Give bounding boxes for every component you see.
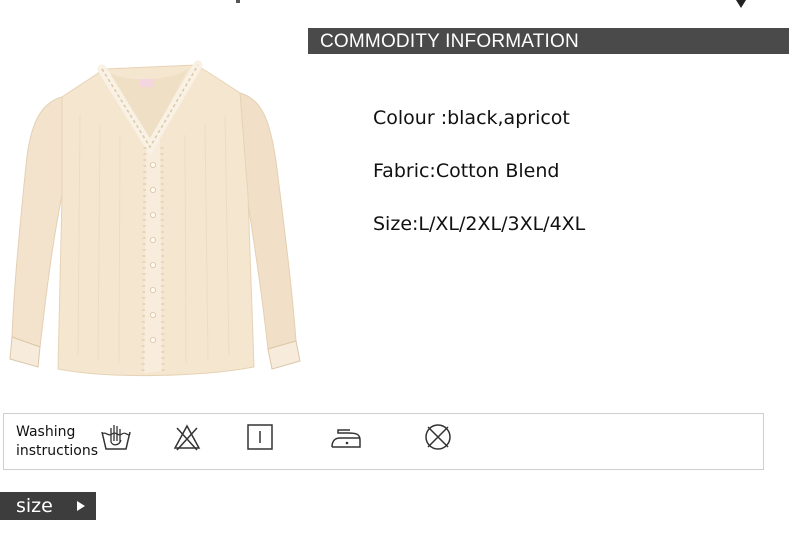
spec-fabric: Fabric:Cotton Blend xyxy=(373,160,560,182)
product-image xyxy=(9,60,301,377)
size-tag-label: size xyxy=(16,495,53,517)
do-not-bleach-icon xyxy=(173,424,201,451)
size-section-tag: size xyxy=(0,492,96,520)
spec-colour: Colour :black,apricot xyxy=(373,107,570,129)
do-not-dry-clean-icon xyxy=(425,424,451,450)
washing-label-line2: instructions xyxy=(16,443,98,459)
caret-down-icon xyxy=(736,0,746,8)
washing-label: Washing instructions xyxy=(16,423,98,461)
section-title: COMMODITY INFORMATION xyxy=(320,31,579,52)
spec-size: Size:L/XL/2XL/3XL/4XL xyxy=(373,213,586,235)
tumble-dry-icon xyxy=(247,424,273,450)
top-divider xyxy=(0,0,240,6)
hand-wash-icon xyxy=(101,425,131,450)
arrow-right-icon xyxy=(77,501,85,511)
washing-label-line1: Washing xyxy=(16,424,76,440)
washing-instructions-panel: Washing instructions xyxy=(3,413,764,470)
low-iron-icon xyxy=(331,429,361,448)
section-title-bar: COMMODITY INFORMATION xyxy=(308,28,789,54)
